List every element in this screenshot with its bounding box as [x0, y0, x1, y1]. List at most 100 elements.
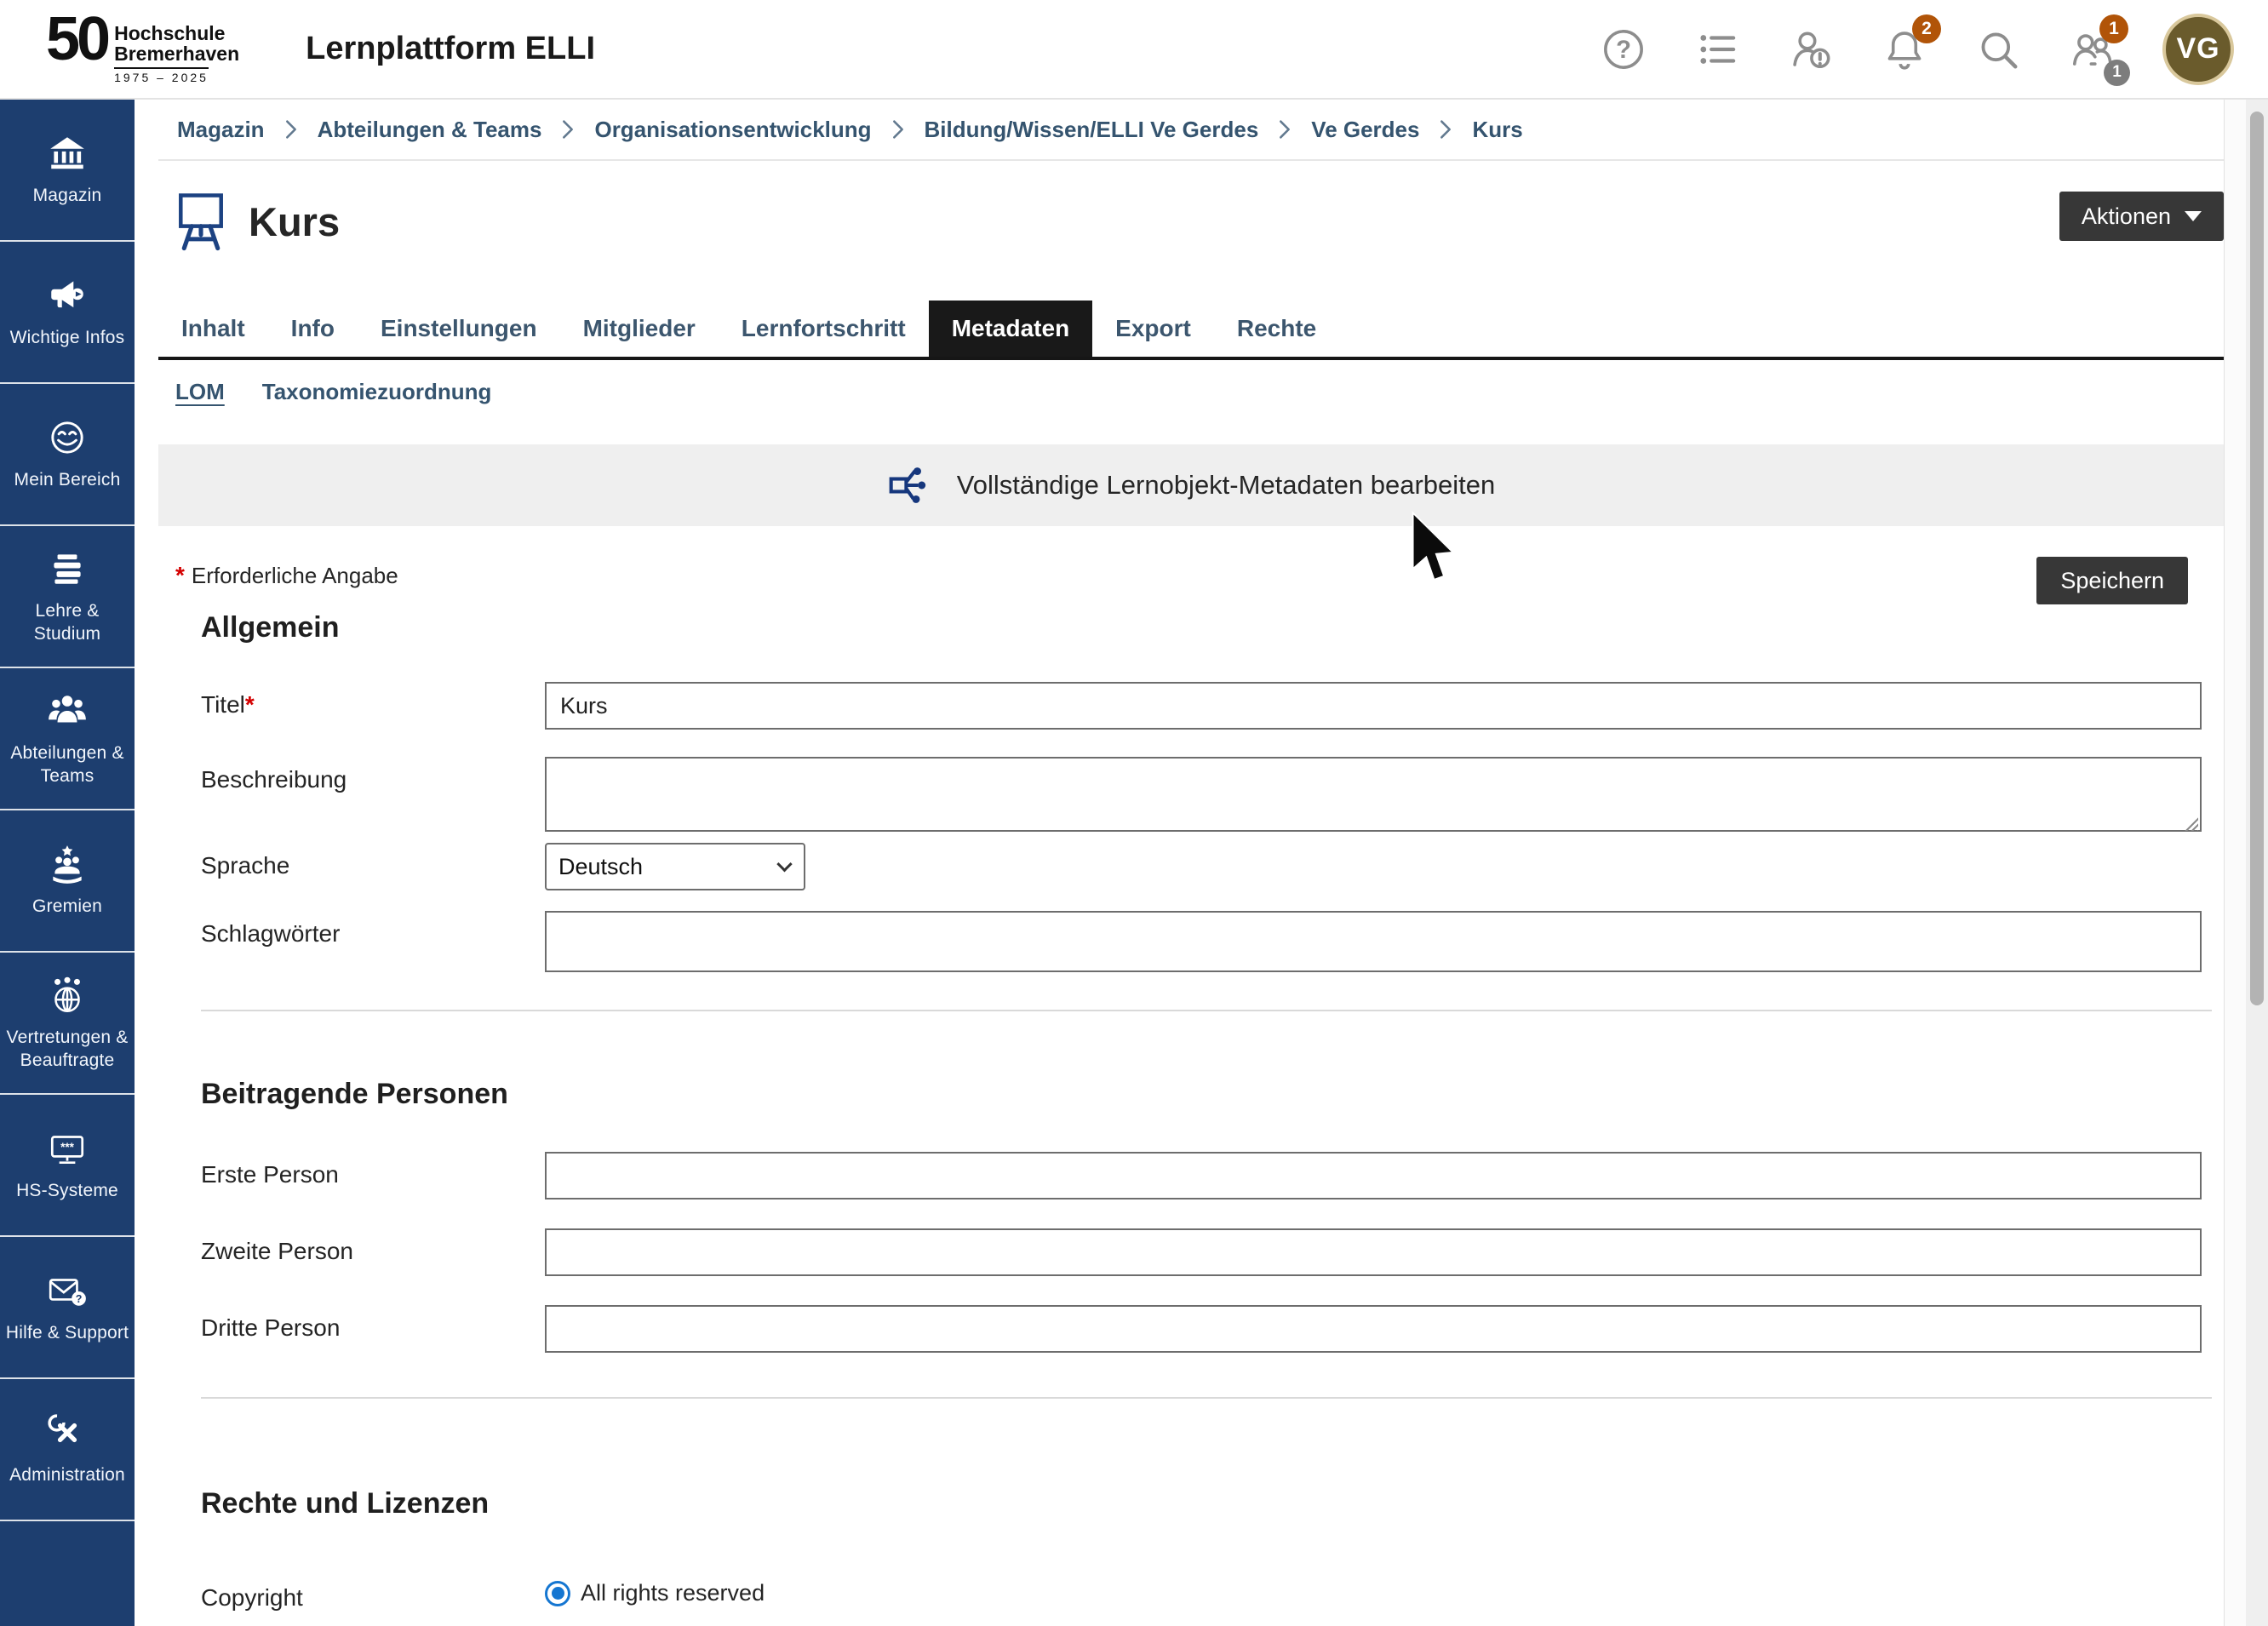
actions-button[interactable]: Aktionen [2059, 192, 2224, 241]
banner-label: Vollständige Lernobjekt-Metadaten bearbe… [957, 470, 1496, 501]
top-header: 50 Hochschule Bremerhaven 1975 – 2025 Le… [0, 0, 2268, 100]
chevron-right-icon [1440, 119, 1452, 140]
tab-bar: Inhalt Info Einstellungen Mitglieder Ler… [158, 301, 2224, 360]
sidebar-item-administration[interactable]: Administration [0, 1379, 135, 1521]
section-divider [201, 1010, 2212, 1011]
sidebar-item-wichtige-infos[interactable]: Wichtige Infos [0, 242, 135, 384]
user-alert-icon[interactable] [1788, 26, 1834, 72]
required-star: * [245, 691, 255, 718]
edit-full-metadata-link[interactable]: Vollständige Lernobjekt-Metadaten bearbe… [158, 444, 2224, 526]
breadcrumb-link[interactable]: Ve Gerdes [1311, 117, 1419, 143]
tab-info[interactable]: Info [268, 301, 358, 357]
sprache-select[interactable]: Deutsch [545, 843, 805, 890]
sidebar-item-hs-systeme[interactable]: *** HS-Systeme [0, 1095, 135, 1237]
required-note: Erforderliche Angabe [192, 563, 398, 588]
tab-inhalt[interactable]: Inhalt [158, 301, 268, 357]
tab-mitglieder[interactable]: Mitglieder [560, 301, 719, 357]
breadcrumb-link[interactable]: Kurs [1472, 117, 1522, 143]
beschreibung-textarea[interactable] [545, 757, 2202, 832]
form-row-zweite-person: Zweite Person [175, 1228, 2224, 1276]
section-divider [201, 1397, 2212, 1399]
logo-line2: Bremerhaven [114, 44, 239, 65]
page-title: Kurs [249, 198, 340, 245]
breadcrumb-link[interactable]: Magazin [177, 117, 265, 143]
sidebar-item-magazin[interactable]: Magazin [0, 100, 135, 242]
contacts-icon[interactable]: 1 1 [2069, 26, 2115, 72]
breadcrumb-link[interactable]: Organisationsentwicklung [594, 117, 871, 143]
form-row-beschreibung: Beschreibung [175, 757, 2224, 836]
chevron-right-icon [285, 119, 297, 140]
required-row: *Erforderliche Angabe Speichern [175, 557, 2188, 606]
monitor-icon: *** [46, 1127, 89, 1170]
committee-icon [46, 843, 89, 885]
dritte-person-label: Dritte Person [175, 1305, 545, 1342]
breadcrumb-link[interactable]: Abteilungen & Teams [318, 117, 542, 143]
titel-input[interactable] [545, 682, 2202, 730]
svg-text:?: ? [1616, 36, 1631, 63]
chevron-right-icon [1279, 119, 1291, 140]
erste-person-input[interactable] [545, 1152, 2202, 1199]
schlagwoerter-label: Schlagwörter [175, 911, 545, 948]
search-icon[interactable] [1975, 26, 2021, 72]
header-icon-bar: ? [1601, 14, 2268, 85]
section-heading-allgemein: Allgemein [201, 611, 2224, 644]
caret-down-icon [2185, 211, 2202, 221]
tab-lernfortschritt[interactable]: Lernfortschritt [719, 301, 929, 357]
scrollbar-track [2246, 100, 2268, 1626]
svg-text:?: ? [76, 1293, 83, 1305]
avatar[interactable]: VG [2162, 14, 2234, 85]
beitragende-form: Erste Person Zweite Person Dritte Person [175, 1152, 2224, 1353]
subtab-lom[interactable]: LOM [175, 379, 225, 405]
main-content: Magazin Abteilungen & Teams Organisation… [135, 100, 2224, 1626]
save-button[interactable]: Speichern [2036, 557, 2188, 604]
help-icon[interactable]: ? [1601, 26, 1647, 72]
notifications-badge: 2 [1912, 14, 1941, 43]
bank-icon [46, 132, 89, 175]
sidebar: Magazin Wichtige Infos Mein Bereich Lehr… [0, 100, 135, 1626]
titel-label: Titel* [175, 682, 545, 719]
contacts-badge-bottom: 1 [2104, 60, 2130, 86]
beschreibung-label: Beschreibung [175, 757, 545, 793]
tab-export[interactable]: Export [1092, 301, 1214, 357]
notifications-bell-icon[interactable]: 2 [1881, 26, 1927, 72]
sidebar-item-vertretungen[interactable]: Vertretungen & Beauftragte [0, 953, 135, 1095]
todo-list-icon[interactable] [1694, 26, 1740, 72]
tab-metadaten[interactable]: Metadaten [929, 301, 1092, 357]
scrollbar-thumb[interactable] [2250, 112, 2264, 1005]
copyright-option-label: All rights reserved [581, 1580, 765, 1606]
university-logo: 50 Hochschule Bremerhaven 1975 – 2025 [46, 12, 239, 87]
smiley-icon [46, 416, 89, 459]
logo-line1: Hochschule [114, 24, 239, 44]
chevron-right-icon [562, 119, 574, 140]
copyright-label: Copyright [175, 1575, 545, 1612]
schlagwoerter-input[interactable] [545, 911, 2202, 972]
form-row-sprache: Sprache Deutsch [175, 843, 2224, 890]
mail-question-icon: ? [46, 1269, 89, 1312]
people-group-icon [46, 690, 89, 732]
sidebar-item-abteilungen-teams[interactable]: Abteilungen & Teams [0, 668, 135, 810]
sidebar-item-lehre-studium[interactable]: Lehre & Studium [0, 526, 135, 668]
form-row-dritte-person: Dritte Person [175, 1305, 2224, 1353]
form-row-schlagwoerter: Schlagwörter [175, 911, 2224, 972]
sidebar-item-mein-bereich[interactable]: Mein Bereich [0, 384, 135, 526]
subtab-taxonomiezuordnung[interactable]: Taxonomiezuordnung [262, 379, 492, 405]
tab-rechte[interactable]: Rechte [1214, 301, 1339, 357]
sidebar-item-hilfe-support[interactable]: ? Hilfe & Support [0, 1237, 135, 1379]
scrollbar-strip [2224, 100, 2268, 1626]
page: 50 Hochschule Bremerhaven 1975 – 2025 Le… [0, 0, 2268, 1626]
dritte-person-input[interactable] [545, 1305, 2202, 1353]
svg-text:***: *** [60, 1142, 75, 1154]
books-icon [46, 547, 89, 590]
breadcrumb: Magazin Abteilungen & Teams Organisation… [158, 100, 2224, 161]
zweite-person-input[interactable] [545, 1228, 2202, 1276]
copyright-radio[interactable] [545, 1581, 570, 1606]
sidebar-item-gremien[interactable]: Gremien [0, 810, 135, 953]
tab-einstellungen[interactable]: Einstellungen [358, 301, 560, 357]
logo-years: 1975 – 2025 [114, 67, 209, 84]
form-row-erste-person: Erste Person [175, 1152, 2224, 1199]
contacts-badge-top: 1 [2099, 14, 2128, 43]
breadcrumb-link[interactable]: Bildung/Wissen/ELLI Ve Gerdes [925, 117, 1259, 143]
sprache-label: Sprache [175, 843, 545, 879]
metadata-nodes-icon [887, 461, 935, 509]
logo-50: 50 [46, 12, 107, 67]
